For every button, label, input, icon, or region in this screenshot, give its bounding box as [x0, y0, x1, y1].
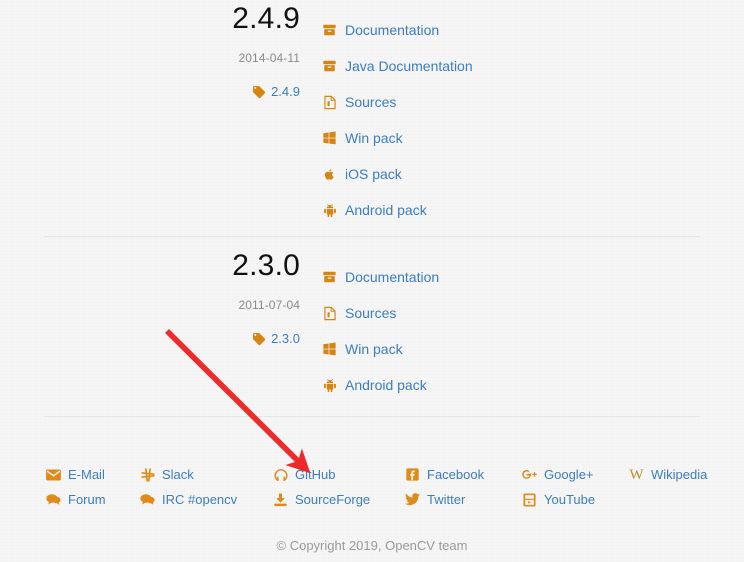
footer-link-twitter[interactable]: Twitter: [405, 487, 484, 512]
release-version: 2.3.0: [232, 249, 300, 282]
download-link-label: Android pack: [345, 377, 427, 393]
facebook-icon: [405, 468, 420, 482]
android-icon: [322, 378, 337, 393]
footer-link-label: SourceForge: [295, 492, 371, 507]
download-link-label: Win pack: [345, 130, 403, 146]
footer-link-irc[interactable]: IRC #opencv: [140, 487, 237, 512]
footer-column: Google+ YouTube: [522, 462, 595, 512]
footer-link-google-plus[interactable]: Google+: [522, 462, 595, 487]
footer-link-label: Slack: [162, 467, 194, 482]
envelope-icon: [46, 468, 61, 482]
footer-link-label: Wikipedia: [651, 467, 708, 482]
footer-link-label: Forum: [68, 492, 106, 507]
download-links: Documentation Java Documentation Sources…: [322, 2, 473, 228]
book-icon: [322, 23, 337, 38]
download-link-label: Documentation: [345, 269, 440, 285]
download-link-label: Android pack: [345, 202, 427, 218]
release-block: 2.3.0 2011-07-04 2.3.0 Documentation Sou…: [0, 237, 744, 403]
download-link-ios-pack[interactable]: iOS pack: [322, 156, 473, 192]
footer-link-forum[interactable]: Forum: [46, 487, 106, 512]
apple-icon: [322, 167, 337, 182]
release-tag-label: 2.3.0: [271, 331, 300, 346]
download-link-win-pack[interactable]: Win pack: [322, 120, 473, 156]
footer-column: GitHub SourceForge: [273, 462, 370, 512]
book-icon: [322, 270, 337, 285]
footer-link-label: IRC #opencv: [162, 492, 238, 507]
release-date: 2014-04-11: [238, 51, 300, 65]
download-icon: [273, 492, 288, 507]
windows-icon: [322, 131, 337, 146]
comment-icon: [140, 493, 155, 507]
download-link-label: Sources: [345, 94, 397, 110]
download-link-java-documentation[interactable]: Java Documentation: [322, 48, 473, 84]
footer-link-label: Google+: [544, 467, 594, 482]
github-icon: [273, 468, 288, 482]
download-link-android-pack[interactable]: Android pack: [322, 367, 439, 403]
footer-link-email[interactable]: E-Mail: [46, 462, 106, 487]
footer-column: W Wikipedia: [629, 462, 707, 487]
tag-icon: [251, 332, 266, 347]
windows-icon: [322, 342, 337, 357]
google-plus-icon: [522, 468, 537, 482]
footer-link-facebook[interactable]: Facebook: [405, 462, 484, 487]
footer-link-label: YouTube: [544, 492, 596, 507]
download-link-android-pack[interactable]: Android pack: [322, 192, 473, 228]
download-link-win-pack[interactable]: Win pack: [322, 331, 439, 367]
wikipedia-w-glyph: W: [629, 466, 644, 483]
footer-link-slack[interactable]: Slack: [140, 462, 237, 487]
release-meta: 2.3.0 2011-07-04 2.3.0: [0, 249, 322, 347]
download-link-label: Win pack: [345, 341, 403, 357]
book-icon: [322, 59, 337, 74]
download-link-sources[interactable]: Sources: [322, 84, 473, 120]
file-code-icon: [322, 306, 337, 321]
footer-link-label: Twitter: [427, 492, 466, 507]
download-link-documentation[interactable]: Documentation: [322, 259, 439, 295]
footer-column: Slack IRC #opencv: [140, 462, 237, 512]
comment-icon: [46, 493, 61, 507]
youtube-icon: [522, 493, 537, 507]
footer-link-label: GitHub: [295, 467, 336, 482]
copyright-text: © Copyright 2019, OpenCV team: [276, 538, 468, 553]
footer-link-label: Facebook: [427, 467, 485, 482]
wikipedia-icon: W: [629, 466, 644, 483]
release-tag-label: 2.4.9: [271, 84, 300, 99]
footer-column: Facebook Twitter: [405, 462, 484, 512]
release-meta: 2.4.9 2014-04-11 2.4.9: [0, 2, 322, 100]
tag-icon: [251, 85, 266, 100]
download-link-label: Java Documentation: [345, 58, 473, 74]
release-block: 2.4.9 2014-04-11 2.4.9 Documentation Jav…: [0, 0, 744, 228]
footer-divider: [44, 416, 700, 417]
twitter-icon: [405, 493, 420, 507]
download-link-label: Documentation: [345, 22, 440, 38]
download-link-label: iOS pack: [345, 166, 402, 182]
download-link-label: Sources: [345, 305, 397, 321]
file-code-icon: [322, 95, 337, 110]
release-tag-link[interactable]: 2.3.0: [0, 331, 300, 347]
slack-icon: [140, 467, 155, 482]
footer-link-label: E-Mail: [68, 467, 105, 482]
download-link-documentation[interactable]: Documentation: [322, 12, 473, 48]
android-icon: [322, 203, 337, 218]
footer-link-sourceforge[interactable]: SourceForge: [273, 487, 370, 512]
footer-link-github[interactable]: GitHub: [273, 462, 370, 487]
release-page: 2.4.9 2014-04-11 2.4.9 Documentation Jav…: [0, 0, 744, 562]
download-link-sources[interactable]: Sources: [322, 295, 439, 331]
footer-link-youtube[interactable]: YouTube: [522, 487, 595, 512]
download-links: Documentation Sources Win pack Android p…: [322, 249, 439, 403]
release-tag-link[interactable]: 2.4.9: [0, 84, 300, 100]
footer-link-wikipedia[interactable]: W Wikipedia: [629, 462, 707, 487]
release-version: 2.4.9: [232, 2, 300, 35]
release-date: 2011-07-04: [238, 298, 300, 312]
footer-column: E-Mail Forum: [46, 462, 106, 512]
